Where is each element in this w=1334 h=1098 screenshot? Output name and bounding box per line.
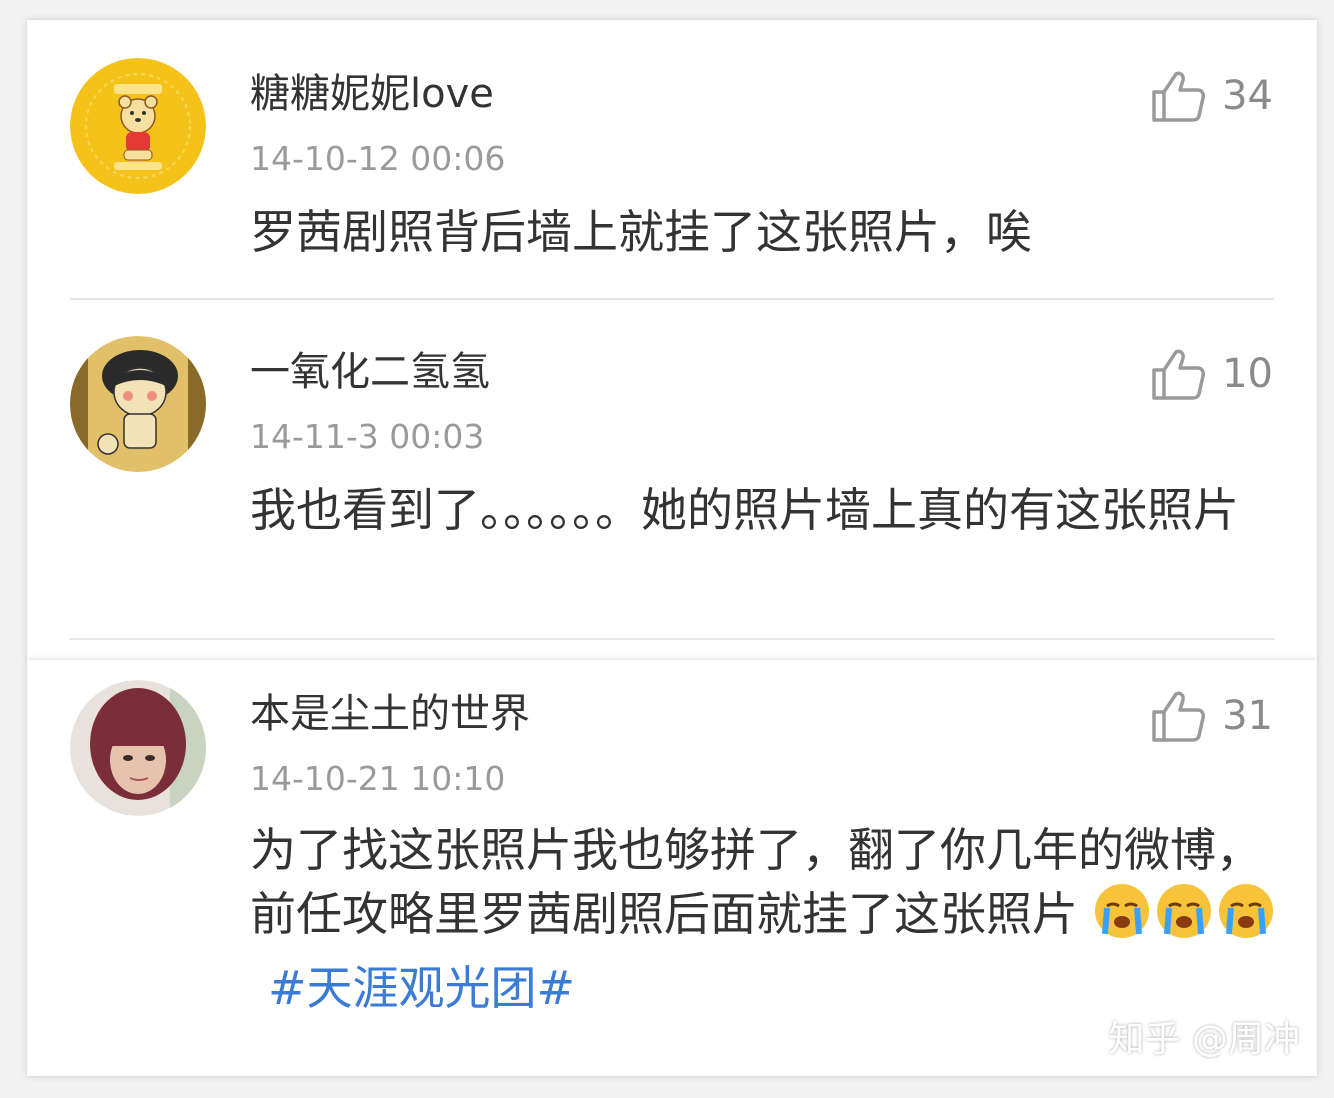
thumbs-up-icon: [1152, 71, 1206, 122]
topic-link[interactable]: #天涯观光团#: [268, 961, 575, 1015]
like-button[interactable]: 34: [1150, 68, 1273, 124]
thumbs-up-icon: [1152, 691, 1206, 742]
comments-card-top: 糖糖妮妮love 14-10-12 00:06 罗茜剧照背后墙上就挂了这张照片，…: [27, 20, 1317, 660]
like-button[interactable]: 10: [1150, 346, 1273, 402]
timestamp: 14-10-21 10:10: [250, 759, 506, 798]
comment-text: 我也看到了。。。。。。她的照片墙上真的有这张照片: [250, 483, 1239, 537]
watermark: 知乎 @周冲: [1108, 1019, 1300, 1060]
crying-face-emoji: [1155, 882, 1213, 956]
comment-text: 罗茜剧照背后墙上就挂了这张照片，唉: [250, 205, 1032, 259]
thumbs-up-icon: [1152, 349, 1206, 400]
username[interactable]: 一氧化二氢氢: [250, 352, 490, 392]
avatar[interactable]: [70, 680, 206, 816]
cartoon-girl-avatar: [70, 336, 206, 472]
divider: [70, 638, 1274, 640]
comment-item: 糖糖妮妮love 14-10-12 00:06 罗茜剧照背后墙上就挂了这张照片，…: [27, 20, 1317, 300]
comment-item: 一氧化二氢氢 14-11-3 00:03 我也看到了。。。。。。她的照片墙上真的…: [27, 300, 1317, 640]
like-button[interactable]: 31: [1150, 688, 1273, 744]
winnie-the-pooh-avatar: [70, 58, 206, 194]
person-photo-avatar: [70, 680, 206, 816]
avatar[interactable]: [70, 58, 206, 194]
avatar[interactable]: [70, 336, 206, 472]
comment-text: 为了找这张照片我也够拼了，翻了你几年的微博，前任攻略里罗茜剧照后面就挂了这张照片…: [250, 818, 1280, 1020]
like-count: 31: [1222, 693, 1273, 739]
like-count: 34: [1222, 73, 1273, 119]
crying-face-emoji: [1217, 882, 1275, 956]
like-count: 10: [1222, 351, 1273, 397]
username[interactable]: 糖糖妮妮love: [250, 74, 494, 114]
crying-face-emoji: [1093, 882, 1151, 956]
timestamp: 14-10-12 00:06: [250, 139, 506, 178]
timestamp: 14-11-3 00:03: [250, 417, 485, 456]
username[interactable]: 本是尘土的世界: [250, 694, 530, 734]
